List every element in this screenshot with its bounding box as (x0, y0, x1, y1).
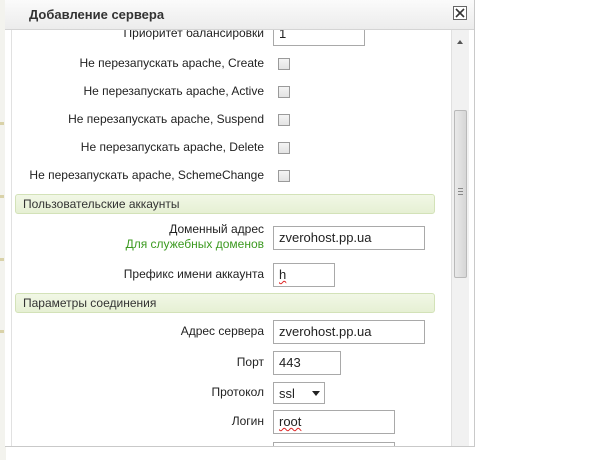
no-restart-suspend-row: Не перезапускать apache, Suspend (5, 112, 450, 128)
protocol-row: Протокол ssl (5, 382, 450, 404)
port-label: Порт (236, 355, 264, 369)
server-address-value: zverohost.pp.ua (279, 324, 372, 339)
login-input-value: root (279, 414, 302, 429)
add-server-dialog: Добавление сервера Приоритет балансировк… (5, 0, 475, 447)
prefix-label: Префикс имени аккаунта (123, 267, 264, 281)
login-input[interactable]: root (273, 410, 395, 434)
close-button[interactable] (453, 6, 467, 20)
section-user-accounts-title: Пользовательские аккаунты (23, 197, 180, 211)
next-field-row (5, 442, 450, 446)
no-restart-schemechange-checkbox[interactable] (278, 170, 290, 182)
no-restart-create-row: Не перезапускать apache, Create (5, 56, 450, 72)
priority-row: Приоритет балансировки 1 (5, 30, 450, 46)
no-restart-active-label: Не перезапускать apache, Active (83, 84, 264, 98)
port-row: Порт 443 (5, 351, 450, 375)
dialog-content: Приоритет балансировки 1 Не перезапускат… (5, 30, 450, 446)
domain-input-value: zverohost.pp.ua (279, 230, 372, 245)
no-restart-delete-row: Не перезапускать apache, Delete (5, 140, 450, 156)
no-restart-suspend-checkbox[interactable] (278, 114, 290, 126)
protocol-label: Протокол (211, 385, 264, 399)
login-row: Логин root (5, 410, 450, 434)
priority-input[interactable]: 1 (273, 30, 365, 46)
no-restart-active-row: Не перезапускать apache, Active (5, 84, 450, 100)
password-input-partial[interactable] (273, 442, 395, 446)
no-restart-schemechange-label: Не перезапускать apache, SchemeChange (29, 168, 264, 182)
prefix-input-value: h (279, 267, 287, 282)
section-connection-title: Параметры соединения (23, 296, 157, 310)
dialog-title: Добавление сервера (29, 7, 165, 22)
dialog-titlebar: Добавление сервера (5, 0, 474, 30)
prefix-row: Префикс имени аккаунта h (5, 263, 450, 287)
server-address-label: Адрес сервера (180, 324, 264, 338)
no-restart-delete-label: Не перезапускать apache, Delete (80, 140, 264, 154)
server-address-input[interactable]: zverohost.pp.ua (273, 320, 425, 344)
scroll-up-icon[interactable] (457, 40, 463, 44)
priority-label: Приоритет балансировки (123, 30, 264, 40)
protocol-select-value: ssl (279, 386, 295, 401)
domain-hint: Для служебных доменов (125, 237, 264, 251)
login-label: Логин (231, 414, 264, 428)
close-icon (455, 8, 465, 18)
domain-label: Доменный адрес (169, 222, 264, 236)
no-restart-active-checkbox[interactable] (278, 86, 290, 98)
no-restart-suspend-label: Не перезапускать apache, Suspend (68, 112, 264, 126)
no-restart-schemechange-row: Не перезапускать apache, SchemeChange (5, 168, 450, 184)
no-restart-create-label: Не перезапускать apache, Create (79, 56, 264, 70)
domain-row: Доменный адрес Для служебных доменов zve… (5, 222, 450, 256)
server-address-row: Адрес сервера zverohost.pp.ua (5, 320, 450, 344)
domain-input[interactable]: zverohost.pp.ua (273, 226, 425, 250)
no-restart-delete-checkbox[interactable] (278, 142, 290, 154)
dialog-scrollbar[interactable] (451, 30, 469, 446)
chevron-down-icon (312, 391, 320, 396)
protocol-select[interactable]: ssl (273, 382, 325, 404)
prefix-input[interactable]: h (273, 263, 335, 287)
section-connection: Параметры соединения (15, 293, 435, 313)
port-input[interactable]: 443 (273, 351, 341, 375)
section-user-accounts: Пользовательские аккаунты (15, 194, 435, 214)
scrollbar-thumb[interactable] (454, 110, 467, 278)
no-restart-create-checkbox[interactable] (278, 58, 290, 70)
